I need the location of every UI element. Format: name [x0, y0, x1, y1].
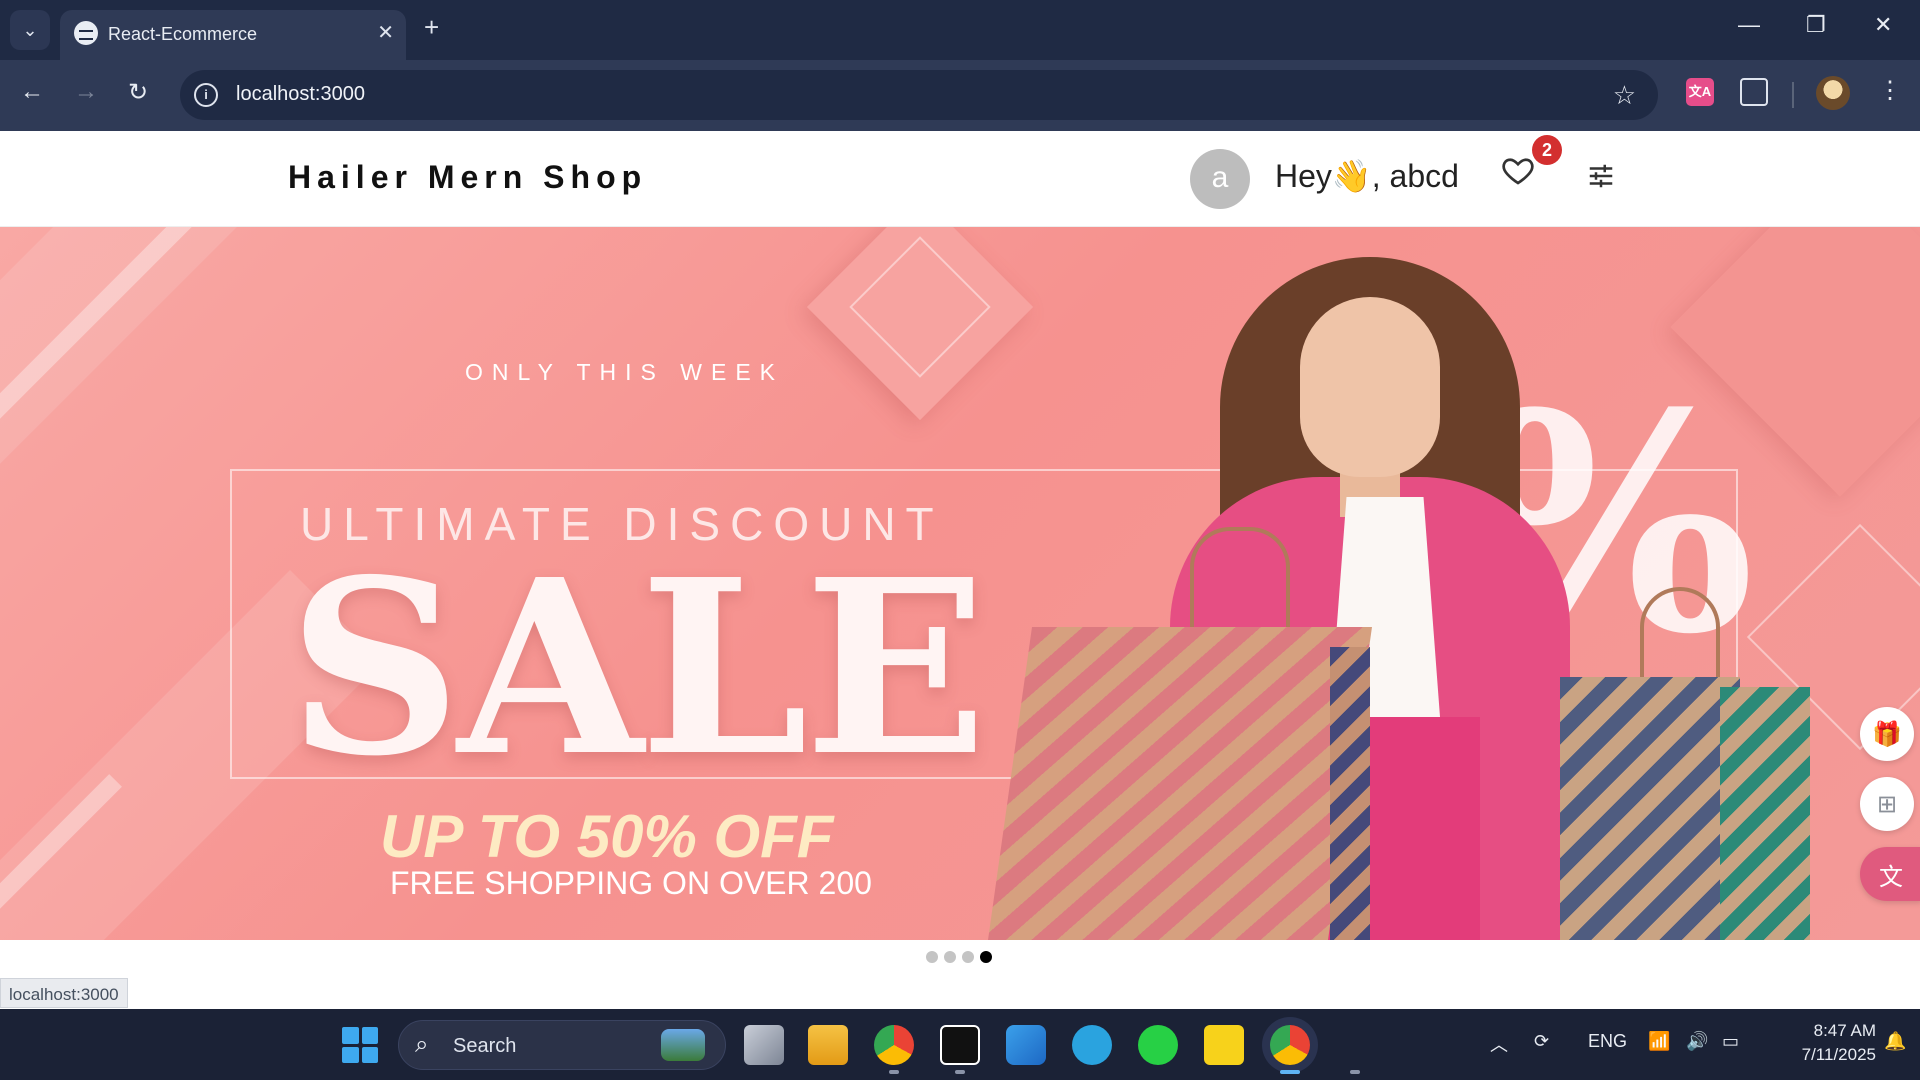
volume-icon[interactable]: 🔊: [1686, 1031, 1708, 1052]
app-active-indicator: [1280, 1070, 1300, 1074]
clock-date[interactable]: 7/11/2025: [1770, 1045, 1876, 1065]
notifications-icon[interactable]: 🔔: [1884, 1031, 1906, 1052]
web-page: Hailer Mern Shop a Hey👋, abcd 2 % ONLY T…: [0, 131, 1920, 1009]
tab-title: React-Ecommerce: [108, 24, 258, 44]
task-view-icon[interactable]: [744, 1025, 784, 1065]
address-bar[interactable]: i localhost:3000 ☆: [180, 70, 1658, 120]
site-logo[interactable]: Hailer Mern Shop: [288, 159, 647, 196]
wishlist-count-badge: 2: [1532, 135, 1562, 165]
carousel-dots: [926, 951, 992, 963]
shopping-bag-left-side: [1330, 647, 1370, 940]
search-icon: ⌕: [415, 1031, 429, 1058]
banner-headline: SALE: [288, 527, 987, 809]
shopping-bag-left: [988, 627, 1372, 940]
sticky-notes-icon[interactable]: [1204, 1025, 1244, 1065]
banner-note: FREE SHOPPING ON OVER 200: [390, 865, 872, 901]
window-close-icon[interactable]: ✕: [1874, 12, 1892, 38]
carousel-dot[interactable]: [926, 951, 938, 963]
site-info-icon[interactable]: i: [194, 83, 218, 107]
windows-taskbar: ⌕ Search ︿ ⟳ ENG 📶 🔊 ▭ 8:47 AM 7/11/2025…: [0, 1009, 1920, 1080]
bag-handle: [1190, 527, 1290, 637]
file-explorer-icon[interactable]: [808, 1025, 848, 1065]
site-header: Hailer Mern Shop a Hey👋, abcd 2: [0, 131, 1920, 227]
wifi-icon[interactable]: 📶: [1648, 1031, 1670, 1052]
clock-time[interactable]: 8:47 AM: [1786, 1021, 1876, 1041]
bag-handle: [1640, 587, 1720, 687]
app-running-indicator: [889, 1070, 899, 1074]
battery-icon[interactable]: ▭: [1722, 1031, 1739, 1052]
user-greeting: Hey👋, abcd: [1275, 158, 1459, 194]
carousel-dot[interactable]: [944, 951, 956, 963]
language-indicator[interactable]: ENG: [1588, 1031, 1627, 1052]
gift-icon[interactable]: 🎁: [1860, 707, 1914, 761]
shopping-bag-right-side: [1720, 687, 1810, 940]
chrome-icon[interactable]: [1270, 1025, 1310, 1065]
show-hidden-icons-icon[interactable]: ︿: [1490, 1031, 1508, 1057]
whatsapp-icon[interactable]: [1138, 1025, 1178, 1065]
taskbar-search-label: Search: [453, 1035, 517, 1057]
browser-toolbar: ← → ↻ i localhost:3000 ☆ 文A ⋮: [0, 60, 1920, 131]
sync-icon[interactable]: ⟳: [1534, 1031, 1549, 1052]
tab-search-chevron-icon[interactable]: ⌄: [10, 10, 50, 50]
minimize-icon[interactable]: —: [1738, 12, 1760, 38]
apps-add-icon[interactable]: ⊞: [1860, 777, 1914, 831]
notion-icon[interactable]: [940, 1025, 980, 1065]
url-text[interactable]: localhost:3000: [236, 83, 365, 106]
banner-kicker: ONLY THIS WEEK: [465, 359, 784, 385]
vscode-icon[interactable]: [1006, 1025, 1046, 1065]
translate-extension-icon[interactable]: 文A: [1686, 78, 1714, 106]
toolbar-divider: [1792, 82, 1794, 108]
shopping-bag-right: [1560, 677, 1740, 940]
carousel-dot[interactable]: [962, 951, 974, 963]
extensions-puzzle-icon[interactable]: [1740, 78, 1768, 106]
taskbar-search[interactable]: ⌕ Search: [398, 1020, 726, 1070]
profile-avatar[interactable]: [1816, 76, 1850, 110]
browser-tab-bar: ⌄ React-Ecommerce ✕ + — ❐ ✕: [0, 0, 1920, 60]
restore-icon[interactable]: ❐: [1806, 12, 1826, 38]
telegram-icon[interactable]: [1072, 1025, 1112, 1065]
bookmark-star-icon[interactable]: ☆: [1613, 80, 1636, 111]
banner-offer: UP TO 50% OFF: [380, 803, 834, 870]
user-avatar[interactable]: a: [1190, 149, 1250, 209]
translate-icon[interactable]: 文: [1860, 847, 1920, 901]
chrome-profile-icon[interactable]: [874, 1025, 914, 1065]
reload-icon[interactable]: ↻: [128, 78, 148, 107]
app-running-indicator: [1350, 1070, 1360, 1074]
filter-sliders-icon[interactable]: [1586, 161, 1616, 191]
carousel-dot-active[interactable]: [980, 951, 992, 963]
app-running-indicator: [955, 1070, 965, 1074]
forward-icon[interactable]: →: [74, 78, 98, 106]
hero-banner[interactable]: % ONLY THIS WEEK ULTIMATE DISCOUNT SALE …: [0, 227, 1920, 940]
status-bar-url: localhost:3000: [0, 978, 128, 1008]
tab-favicon-icon: [74, 21, 98, 45]
new-tab-icon[interactable]: +: [424, 14, 439, 40]
browser-tab[interactable]: React-Ecommerce ✕: [60, 10, 406, 60]
tab-close-icon[interactable]: ✕: [377, 20, 394, 45]
back-icon[interactable]: ←: [20, 78, 44, 106]
windows-start-icon[interactable]: [342, 1027, 378, 1063]
browser-menu-icon[interactable]: ⋮: [1878, 76, 1902, 105]
search-highlight-icon: [661, 1029, 705, 1061]
model-face: [1300, 297, 1440, 477]
